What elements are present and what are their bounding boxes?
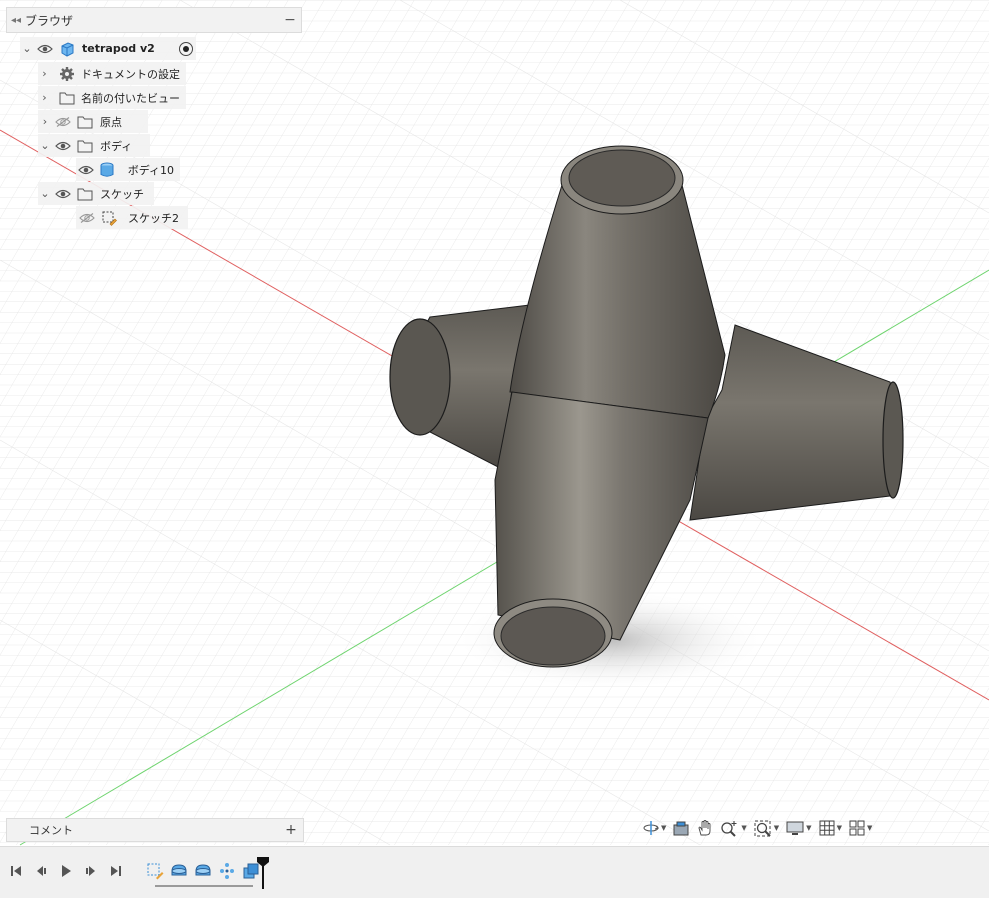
go-to-end-icon[interactable]	[108, 863, 124, 879]
navigation-toolbar: ▼ ▼ ▼ ▼ ▼ ▼	[640, 815, 874, 841]
chevron-down-icon[interactable]: ⌄	[38, 139, 52, 152]
comments-panel[interactable]: コメント +	[6, 818, 304, 842]
chevron-right-icon[interactable]: ›	[38, 91, 51, 104]
gear-icon	[57, 65, 77, 83]
timeline-track	[155, 885, 253, 887]
chevron-down-icon[interactable]: ⌄	[38, 187, 52, 200]
add-comment-button[interactable]: +	[279, 822, 303, 838]
tree-item-label: 原点	[100, 115, 122, 129]
play-icon[interactable]	[58, 863, 74, 879]
sketch-icon	[98, 209, 120, 227]
grid-settings-button[interactable]: ▼	[816, 819, 844, 837]
collapse-panel-icon[interactable]: ◂◂	[7, 15, 25, 26]
tree-root-label: tetrapod v2	[82, 42, 155, 55]
step-back-icon[interactable]	[33, 863, 49, 879]
tree-item-label: 名前の付いたビュー	[81, 91, 180, 105]
dropdown-arrow-icon[interactable]: ▼	[867, 824, 872, 832]
chevron-right-icon[interactable]: ›	[38, 115, 52, 128]
tree-item-label: スケッチ	[100, 187, 144, 201]
zoom-button[interactable]: ▼	[718, 819, 748, 837]
dropdown-arrow-icon[interactable]: ▼	[774, 824, 779, 832]
tree-item-label: ドキュメントの設定	[81, 67, 180, 81]
folder-icon	[74, 137, 96, 155]
tree-item-named-views[interactable]: › 名前の付いたビュー	[38, 86, 186, 109]
fit-view-button[interactable]: ▼	[751, 819, 781, 837]
hidden-eye-icon[interactable]	[76, 210, 98, 226]
tree-item-bodies[interactable]: ⌄ ボディ	[38, 134, 150, 157]
comments-title: コメント	[29, 824, 73, 837]
step-forward-icon[interactable]	[83, 863, 99, 879]
tree-item-sketches[interactable]: ⌄ スケッチ	[38, 182, 154, 205]
body-icon	[97, 161, 118, 179]
tree-item-label: ボディ	[100, 139, 133, 153]
minimize-button[interactable]: −	[279, 12, 301, 28]
tree-item-sketch2[interactable]: スケッチ2	[76, 206, 188, 229]
dropdown-arrow-icon[interactable]: ▼	[837, 824, 842, 832]
browser-panel-header: ◂◂ ブラウザ −	[6, 7, 302, 33]
chevron-down-icon[interactable]: ⌄	[20, 42, 34, 55]
visibility-eye-icon[interactable]	[76, 162, 97, 178]
timeline-features	[145, 861, 261, 881]
visibility-eye-icon[interactable]	[52, 138, 74, 154]
display-settings-button[interactable]: ▼	[783, 819, 813, 837]
visibility-eye-icon[interactable]	[52, 186, 74, 202]
dropdown-arrow-icon[interactable]: ▼	[806, 824, 811, 832]
tree-item-document-settings[interactable]: › ドキュメントの設定	[38, 62, 186, 85]
dropdown-arrow-icon[interactable]: ▼	[741, 824, 746, 832]
viewports-button[interactable]: ▼	[846, 819, 874, 837]
hidden-eye-icon[interactable]	[52, 114, 74, 130]
browser-title: ブラウザ	[25, 13, 74, 28]
go-to-start-icon[interactable]	[8, 863, 24, 879]
timeline-controls	[8, 863, 124, 879]
chevron-right-icon[interactable]: ›	[38, 67, 51, 80]
tree-item-label: ボディ10	[127, 163, 174, 177]
folder-icon	[74, 185, 96, 203]
tree-item-label: スケッチ2	[128, 211, 179, 225]
tree-root-tetrapod[interactable]: ⌄ tetrapod v2	[20, 37, 196, 60]
timeline-marker[interactable]	[257, 857, 269, 889]
look-at-button[interactable]	[670, 819, 692, 837]
component-cube-icon	[56, 40, 78, 58]
active-radio-icon[interactable]	[179, 42, 193, 56]
folder-icon	[57, 89, 77, 107]
timeline-bar	[0, 846, 989, 898]
folder-icon	[74, 113, 96, 131]
visibility-eye-icon[interactable]	[34, 41, 56, 57]
tree-item-body10[interactable]: ボディ10	[76, 158, 180, 181]
timeline-sketch-icon[interactable]	[145, 861, 165, 881]
orbit-button[interactable]: ▼	[640, 819, 668, 837]
timeline-pattern-icon[interactable]	[217, 861, 237, 881]
timeline-revolve-icon[interactable]	[193, 861, 213, 881]
pan-hand-icon[interactable]	[694, 819, 716, 837]
tree-item-origin[interactable]: › 原点	[38, 110, 148, 133]
timeline-revolve-icon[interactable]	[169, 861, 189, 881]
dropdown-arrow-icon[interactable]: ▼	[661, 824, 666, 832]
